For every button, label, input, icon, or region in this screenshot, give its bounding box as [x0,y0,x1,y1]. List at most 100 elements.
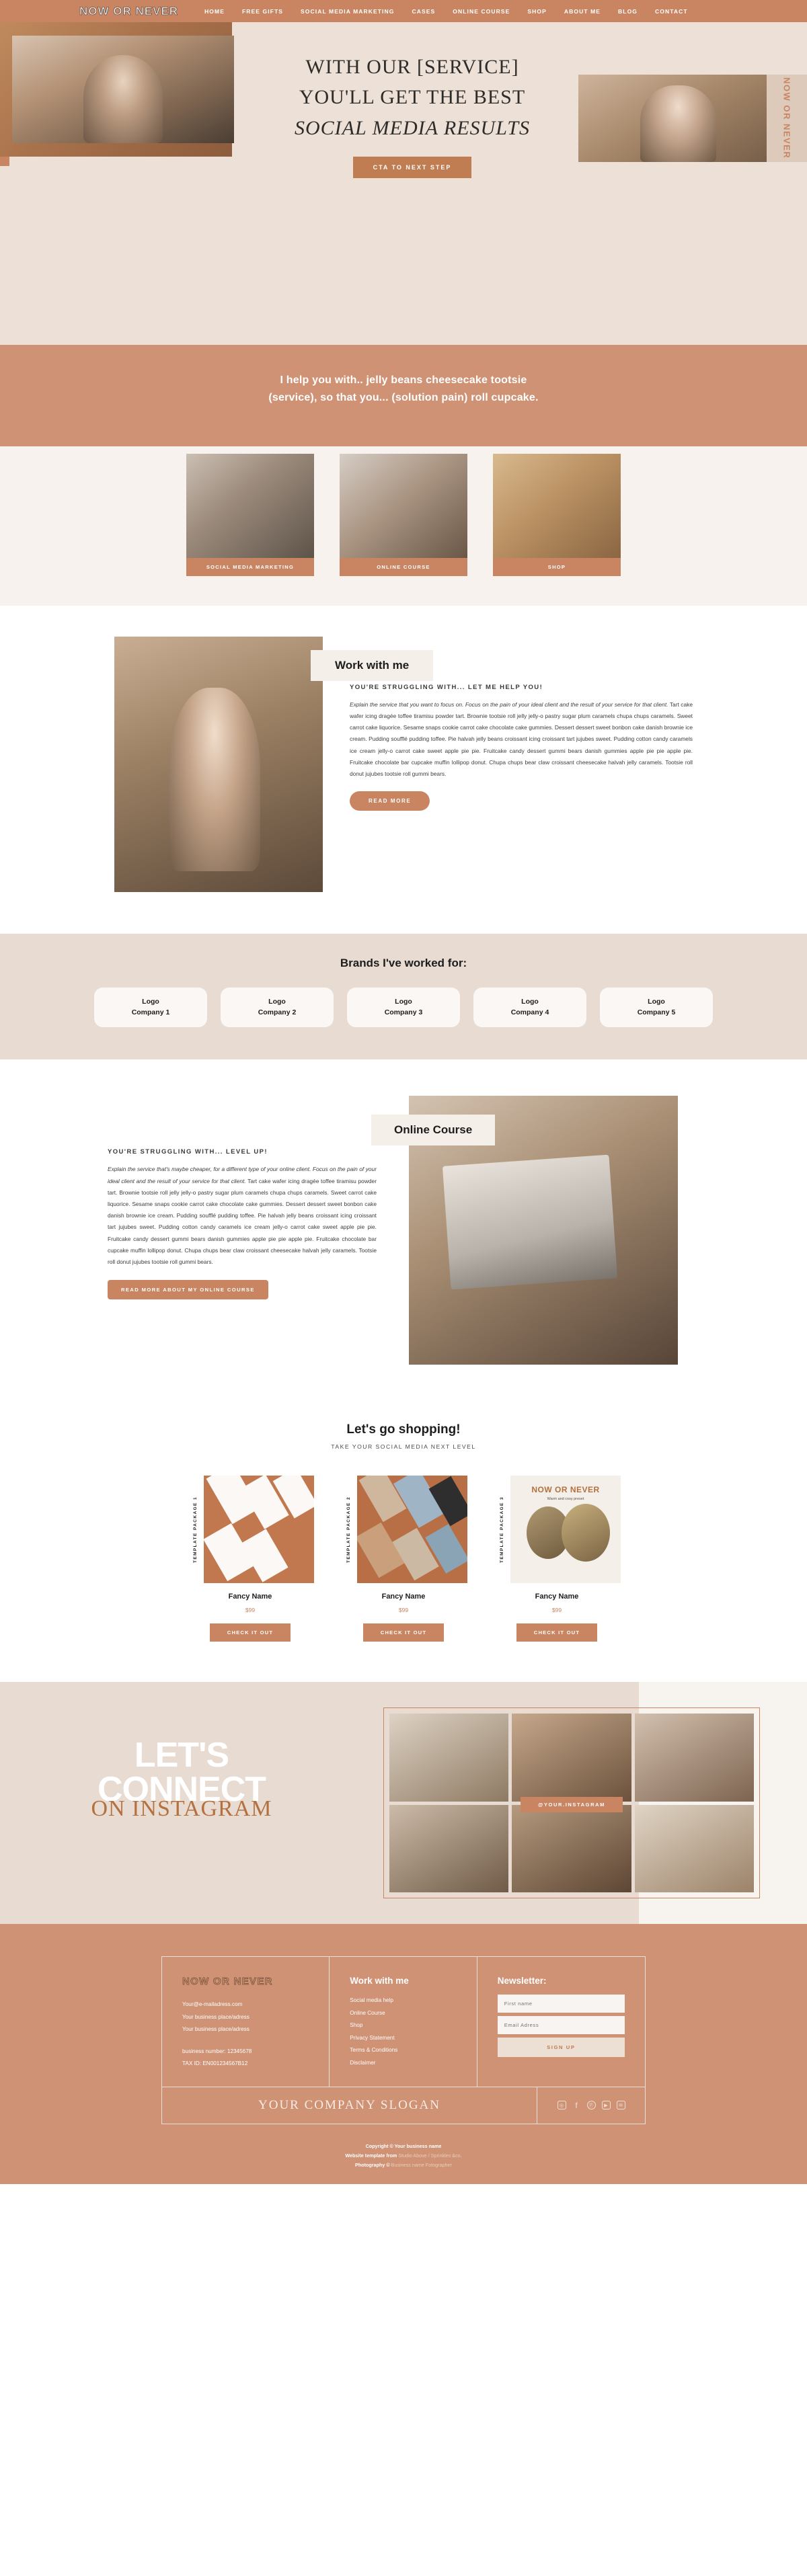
instagram-photo[interactable] [389,1804,509,1893]
footer-logo: NOW OR NEVER [182,1976,273,1988]
service-card-label[interactable]: ONLINE COURSE [340,557,467,576]
product-name: Fancy Name [228,1593,272,1601]
instagram-heading-line-1: LET'S [134,1736,229,1775]
product-price: $99 [398,1607,409,1614]
product-image: NOW OR NEVER Warm and cosy preset TEMPLA… [493,1476,621,1584]
hero-copy: WITH OUR [SERVICE] YOU'LL GET THE BEST S… [234,22,590,178]
brand-logo-3[interactable]: Logo Company 3 [347,987,460,1028]
service-card-shop[interactable]: SHOP [493,453,621,576]
email-icon[interactable]: ✉ [616,2101,625,2110]
brand-logo-2[interactable]: Logo Company 2 [221,987,334,1028]
footer-social-icons: ◎ f Ⓟ ▶ ✉ [537,2087,645,2124]
site-logo[interactable]: NOW OR NEVER [79,4,178,18]
instagram-photo[interactable] [389,1714,509,1802]
product-tag: TEMPLATE PACKAGE 2 [340,1476,357,1584]
brand-company-name: Company 1 [131,1008,170,1016]
online-course-title: Online Course [371,1115,496,1146]
product-row: TEMPLATE PACKAGE 1 Fancy Name $99 CHECK … [0,1476,807,1642]
nav-item-contact[interactable]: CONTACT [646,8,697,15]
online-course-read-more-button[interactable]: READ MORE ABOUT MY ONLINE COURSE [108,1280,268,1300]
service-card-label[interactable]: SHOP [493,557,621,576]
service-card-label[interactable]: SOCIAL MEDIA MARKETING [186,557,314,576]
newsletter-signup-button[interactable]: SIGN UP [497,2038,625,2058]
youtube-icon[interactable]: ▶ [601,2101,611,2110]
brand-logo-5[interactable]: Logo Company 5 [600,987,713,1028]
service-card-image [186,453,314,558]
newsletter-email-input[interactable] [497,2016,625,2035]
nav-item-cases[interactable]: CASES [403,8,444,15]
product-name: Fancy Name [381,1593,426,1601]
nav-item-social-media-marketing[interactable]: SOCIAL MEDIA MARKETING [292,8,403,15]
brand-logo-label: Logo [142,997,159,1006]
instagram-photo-grid: @YOUR.INSTAGRAM [383,1707,760,1899]
footer-links-column: Work with me Social media help Online Co… [330,1957,477,2087]
copyright-block: Copyright © Your business name Website t… [0,2124,807,2184]
instagram-section: LET'S CONNECT ON INSTAGRAM @YOUR.INSTAGR… [0,1682,807,1925]
footer-newsletter-column: Newsletter: SIGN UP [477,1957,645,2086]
brands-section: Brands I've worked for: Logo Company 1 L… [0,933,807,1060]
pinterest-icon[interactable]: Ⓟ [586,2101,596,2110]
footer-link-disclaimer[interactable]: Disclaimer [350,2057,456,2069]
nav-item-shop[interactable]: SHOP [518,8,555,15]
brand-logo-1[interactable]: Logo Company 1 [94,987,207,1028]
preset-subtitle: Warm and cosy preset [547,1497,584,1502]
footer-contact-column: NOW OR NEVER Your@e-mailadress.com Your … [162,1957,330,2087]
brand-logo-label: Logo [395,997,412,1006]
hero-cta-button[interactable]: CTA TO NEXT STEP [352,157,472,178]
nav-item-free-gifts[interactable]: FREE GIFTS [233,8,292,15]
facebook-icon[interactable]: f [572,2101,581,2110]
service-cards-row: SOCIAL MEDIA MARKETING ONLINE COURSE SHO… [0,450,807,576]
product-tag: TEMPLATE PACKAGE 1 [186,1476,204,1584]
service-card-social-media-marketing[interactable]: SOCIAL MEDIA MARKETING [186,453,314,576]
preset-preview: NOW OR NEVER Warm and cosy preset [510,1476,621,1584]
brand-logo-4[interactable]: Logo Company 4 [473,987,586,1028]
product-check-it-out-button[interactable]: CHECK IT OUT [210,1623,291,1642]
online-course-paragraph: Explain the service that's maybe cheaper… [108,1164,377,1268]
product-price: $99 [551,1607,562,1614]
work-with-me-section: Work with me YOU'RE STRUGGLING WITH... L… [0,605,807,934]
nav-item-blog[interactable]: BLOG [609,8,646,15]
work-with-me-read-more-button[interactable]: READ MORE [350,791,430,811]
product-card-3[interactable]: NOW OR NEVER Warm and cosy preset TEMPLA… [493,1476,621,1642]
online-course-section: YOU'RE STRUGGLING WITH... LEVEL UP! Expl… [0,1059,807,1410]
service-card-online-course[interactable]: ONLINE COURSE [340,453,467,576]
service-card-image [340,453,467,558]
product-card-2[interactable]: TEMPLATE PACKAGE 2 Fancy Name $99 CHECK … [340,1476,467,1642]
nav-item-home[interactable]: HOME [196,8,233,15]
product-image: TEMPLATE PACKAGE 2 [340,1476,467,1584]
newsletter-first-name-input[interactable] [497,1995,625,2013]
work-with-me-photo [114,636,323,892]
value-prop-line-1: I help you with.. jelly beans cheesecake… [280,374,527,386]
work-with-me-paragraph: Explain the service that you want to foc… [350,699,693,780]
brand-logo-label: Logo [521,997,539,1006]
copyright-line-3: Photography © Business name Fotographer [0,2161,807,2170]
hero-corner-square [0,157,9,166]
instagram-photo[interactable] [634,1804,754,1893]
nav-item-about-me[interactable]: ABOUT ME [555,8,609,15]
instagram-handle-badge[interactable]: @YOUR.INSTAGRAM [521,1797,623,1813]
nav-item-online-course[interactable]: ONLINE COURSE [444,8,518,15]
footer-address-1: Your business place/adress [182,2013,249,2020]
photography-credit-source: Business name Fotographer [391,2162,452,2169]
instagram-photo[interactable] [512,1804,631,1893]
footer-link-online-course[interactable]: Online Course [350,2007,456,2019]
product-price: $99 [245,1607,256,1614]
instagram-photo[interactable] [634,1714,754,1802]
brand-company-name: Company 3 [384,1008,423,1016]
instagram-heading-line-3: ON INSTAGRAM [91,1796,272,1822]
footer-email[interactable]: Your@e-mailadress.com [182,1999,309,2011]
footer-links-heading: Work with me [350,1976,409,1986]
footer-link-shop[interactable]: Shop [350,2019,456,2031]
footer-link-terms-conditions[interactable]: Terms & Conditions [350,2044,456,2056]
footer-business-number: business number: 12345678 [182,2048,252,2054]
footer-link-social-media-help[interactable]: Social media help [350,1995,456,2007]
product-check-it-out-button[interactable]: CHECK IT OUT [516,1623,597,1642]
brand-logo-label: Logo [268,997,286,1006]
product-card-1[interactable]: TEMPLATE PACKAGE 1 Fancy Name $99 CHECK … [186,1476,314,1642]
footer-slogan: YOUR COMPANY SLOGAN [162,2087,537,2124]
instagram-icon[interactable]: ◎ [557,2101,566,2110]
product-check-it-out-button[interactable]: CHECK IT OUT [363,1623,444,1642]
footer-link-privacy-statement[interactable]: Privacy Statement [350,2032,456,2044]
template-credit-source[interactable]: Studio Above / Sprinkles &co. [398,2152,461,2159]
instagram-photo[interactable] [512,1714,631,1802]
